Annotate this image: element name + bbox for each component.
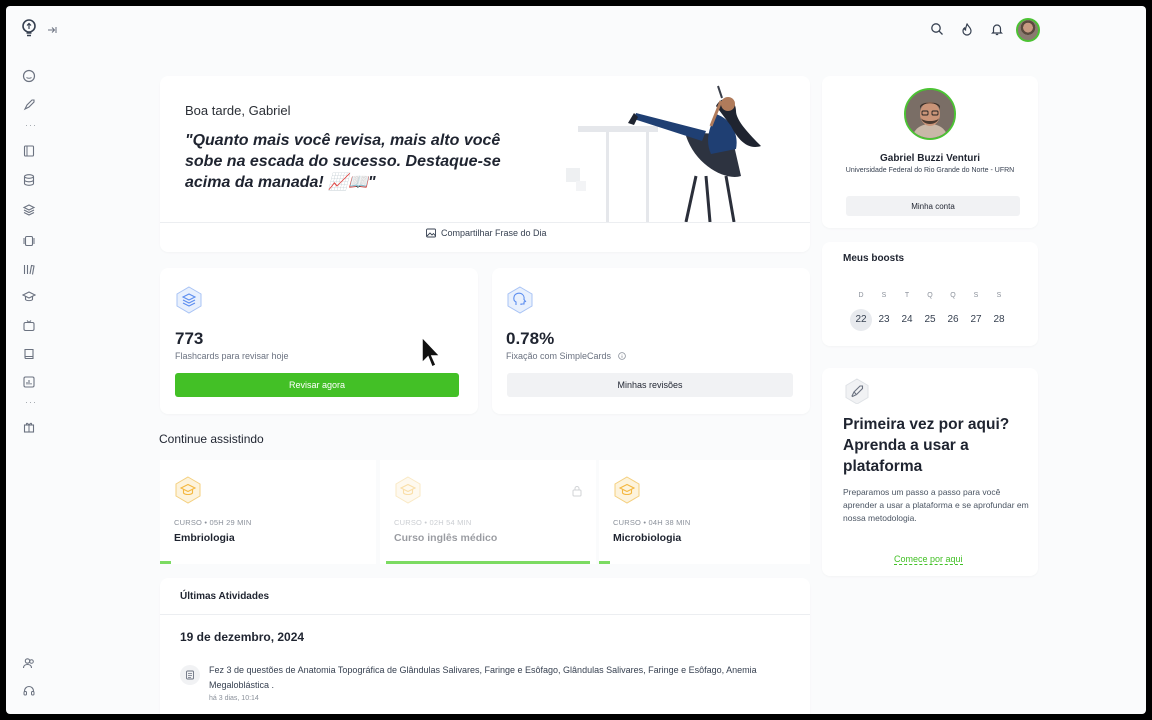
fixation-percent: 0.78% [506, 329, 555, 348]
profile-university: Universidade Federal do Rio Grande do No… [845, 167, 1015, 174]
course-progress-bar [386, 561, 590, 564]
library-icon[interactable] [21, 261, 37, 277]
hero-divider [160, 222, 810, 223]
fire-icon[interactable] [959, 21, 975, 37]
weekday-label: T [904, 292, 910, 299]
fixation-label: Fixação com SimpleCards [506, 351, 626, 361]
course-progress-bar [599, 561, 610, 564]
flashcards-count: 773 [175, 329, 204, 348]
sidebar-separator: ··· [25, 120, 37, 130]
image-share-icon [426, 228, 436, 238]
review-now-button[interactable]: Revisar agora [175, 373, 459, 397]
calendar-day[interactable]: 25 [919, 309, 941, 331]
course-name: Microbiologia [613, 532, 682, 544]
lock-icon [572, 484, 582, 502]
search-icon[interactable] [929, 21, 945, 37]
graduation-cap-course-icon [395, 476, 421, 504]
sidebar: ··· ··· [6, 6, 57, 714]
course-meta: CURSO • 02H 54 MIN [394, 518, 472, 527]
activity-description: Fez 3 de questões de Anatomia Topográfic… [209, 665, 757, 690]
my-account-button[interactable]: Minha conta [846, 196, 1020, 216]
onboarding-text: Preparamos um passo a passo para você ap… [843, 487, 1029, 523]
course-name: Embriologia [174, 532, 235, 544]
profile-avatar[interactable] [904, 88, 956, 140]
weekday-label: D [858, 292, 864, 299]
headset-icon[interactable] [21, 683, 37, 699]
mouse-cursor-icon [421, 336, 442, 369]
calendar-day[interactable]: 27 [965, 309, 987, 331]
tv-icon[interactable] [21, 318, 37, 334]
activities-divider [160, 614, 810, 615]
book-icon[interactable] [21, 143, 37, 159]
cards-icon[interactable] [21, 233, 37, 249]
fixation-label-text: Fixação com SimpleCards [506, 351, 612, 361]
reading-woman-illustration [566, 85, 761, 222]
calendar-day[interactable]: 26 [942, 309, 964, 331]
daily-quote: "Quanto mais você revisa, mais alto você… [185, 132, 501, 191]
sidebar-separator: ··· [25, 397, 37, 407]
gift-icon[interactable] [21, 419, 37, 435]
course-meta: CURSO • 04H 38 MIN [613, 518, 691, 527]
info-icon[interactable] [617, 352, 626, 360]
activities-title: Últimas Atividades [180, 591, 270, 602]
graduation-cap-course-icon [614, 476, 640, 504]
rocket-onboarding-icon [845, 378, 869, 404]
greeting-text: Boa tarde, Gabriel [185, 103, 291, 118]
database-icon[interactable] [21, 172, 37, 188]
weekday-label: S [996, 292, 1002, 299]
my-reviews-button[interactable]: Minhas revisões [507, 373, 793, 397]
layers-stat-icon [176, 286, 202, 314]
flashcards-label: Flashcards para revisar hoje [175, 351, 289, 361]
questions-icon [180, 665, 200, 685]
graduation-cap-course-icon [175, 476, 201, 504]
app-window: ··· ··· Boa tarde, Gabriel "Quanto mais … [6, 6, 1146, 714]
collapse-arrow-icon[interactable] [46, 22, 58, 38]
share-quote-label: Compartilhar Frase do Dia [441, 228, 547, 238]
activity-date: 19 de dezembro, 2024 [180, 630, 305, 644]
brain-stat-icon [507, 286, 533, 314]
weekday-label: S [881, 292, 887, 299]
course-card[interactable]: CURSO • 05H 29 MIN Embriologia [160, 460, 376, 564]
bell-icon[interactable] [989, 21, 1005, 37]
course-name: Curso inglês médico [394, 532, 498, 544]
weekday-label: Q [927, 292, 933, 299]
profile-name: Gabriel Buzzi Venturi [879, 153, 981, 164]
weekday-label: S [973, 292, 979, 299]
onboarding-title: Primeira vez por aqui? Aprenda a usar a … [843, 416, 1010, 475]
course-card[interactable]: CURSO • 02H 54 MIN Curso inglês médico [380, 460, 596, 564]
activity-time: há 3 dias, 10:14 [209, 695, 259, 702]
user-avatar-small[interactable] [1016, 18, 1040, 42]
users-icon[interactable] [21, 655, 37, 671]
notebook-icon[interactable] [21, 346, 37, 362]
course-progress-bar [160, 561, 171, 564]
course-meta: CURSO • 05H 29 MIN [174, 518, 252, 527]
continue-watching-title: Continue assistindo [159, 432, 264, 446]
home-icon[interactable] [21, 68, 37, 84]
lightbulb-logo-icon[interactable] [21, 19, 37, 37]
calendar-day[interactable]: 23 [873, 309, 895, 331]
calendar-day-today[interactable]: 22 [850, 309, 872, 331]
calendar-day[interactable]: 28 [988, 309, 1010, 331]
boosts-title: Meus boosts [843, 253, 905, 264]
course-card[interactable]: CURSO • 04H 38 MIN Microbiologia [599, 460, 810, 564]
calendar-day[interactable]: 24 [896, 309, 918, 331]
layers-icon[interactable] [21, 202, 37, 218]
rocket-icon[interactable] [21, 97, 37, 113]
get-started-link[interactable]: Comece por aqui [894, 554, 963, 565]
weekday-label: Q [950, 292, 956, 299]
graduation-cap-icon[interactable] [21, 289, 37, 305]
share-quote-button[interactable]: Compartilhar Frase do Dia [426, 228, 547, 238]
chart-icon[interactable] [21, 374, 37, 390]
